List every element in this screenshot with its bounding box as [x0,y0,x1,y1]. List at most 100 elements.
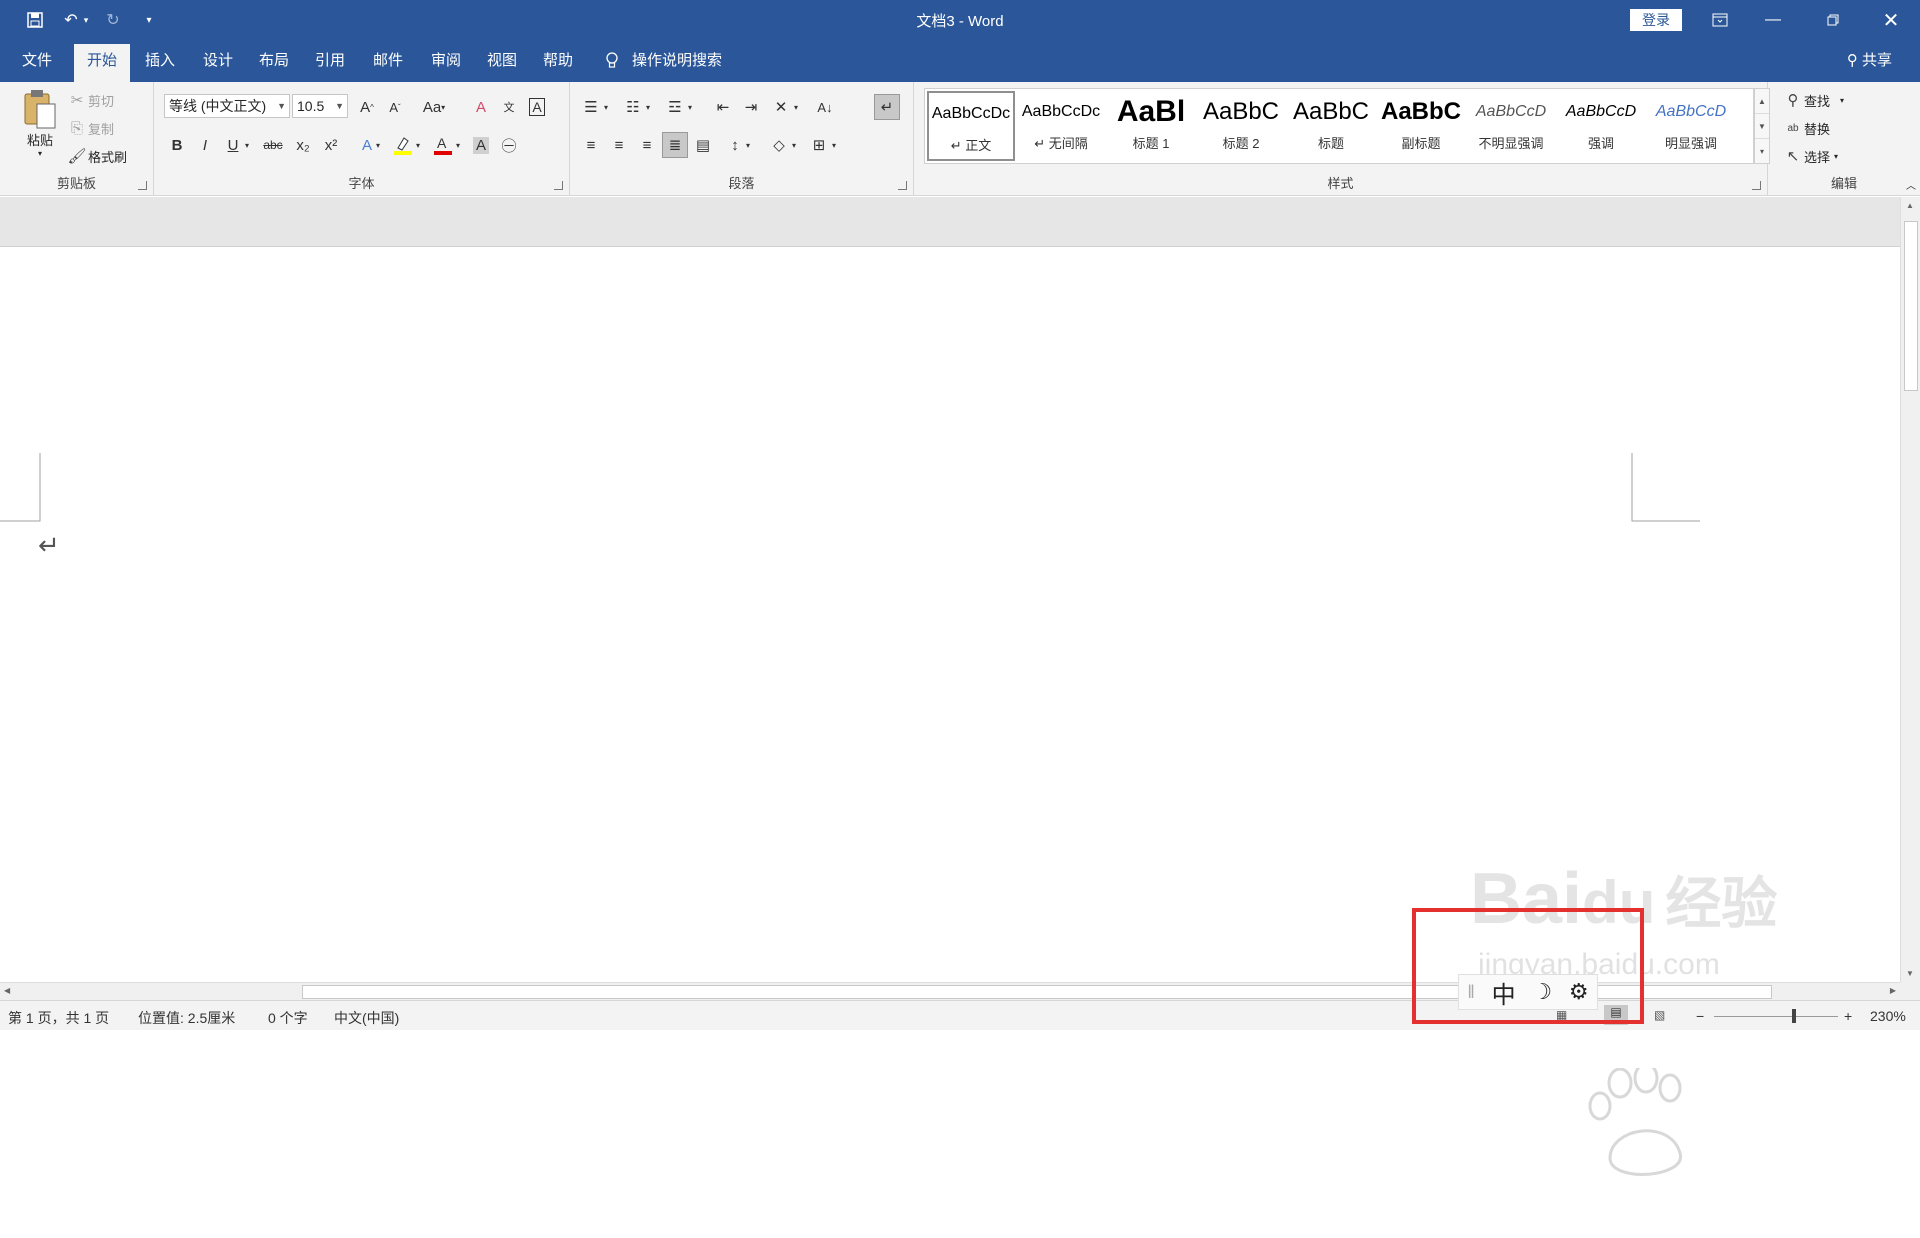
strikethrough-button[interactable]: abc [258,132,288,158]
zoom-slider-track[interactable] [1714,1016,1838,1017]
watermark-cn: 经验 [1665,872,1778,935]
word-count[interactable]: 0 个字 [268,1008,308,1028]
align-left-icon[interactable]: ≡ [578,132,604,158]
cut-button[interactable]: ✂ 剪切 [66,88,114,112]
enclose-chars-icon[interactable]: ㊀ [496,132,522,158]
paragraph-launcher-icon[interactable] [898,181,907,190]
zoom-level[interactable]: 230% [1870,1008,1906,1024]
clear-formatting-icon[interactable]: A [468,94,494,120]
clipboard-launcher-icon[interactable] [138,181,147,190]
scroll-right-icon[interactable]: ▶ [1890,986,1896,995]
shading-dropdown-icon[interactable]: ▾ [788,132,800,158]
show-marks-icon[interactable]: ↵ [874,94,900,120]
tab-view[interactable]: 视图 [478,40,526,82]
change-case-label: Aa [422,98,442,116]
char-shading-icon[interactable]: A [468,132,494,158]
tab-mailings[interactable]: 邮件 [364,40,412,82]
style-intense-emphasis[interactable]: AaBbCcD 明显强调 [1647,91,1735,161]
zoom-slider-thumb[interactable] [1792,1009,1796,1023]
bold-button[interactable]: B [164,132,190,158]
font-launcher-icon[interactable] [554,181,563,190]
italic-button[interactable]: I [192,132,218,158]
copy-button[interactable]: ⎘ 复制 [66,116,114,140]
find-dropdown-icon[interactable]: ▾ [1840,96,1844,105]
close-icon[interactable]: ✕ [1868,0,1914,40]
increase-indent-icon[interactable]: ⇥ [738,94,764,120]
align-center-icon[interactable]: ≡ [606,132,632,158]
borders-dropdown-icon[interactable]: ▾ [828,132,840,158]
gallery-up-icon[interactable]: ▲ [1755,89,1769,114]
grow-font-icon[interactable]: A ^ [354,94,380,120]
subscript-button[interactable]: x₂ [290,132,316,158]
char-border-icon[interactable]: A [524,94,550,120]
minimize-icon[interactable]: — [1750,0,1796,40]
select-dropdown-icon[interactable]: ▾ [1834,152,1838,161]
style-subtitle[interactable]: AaBbC 副标题 [1377,91,1465,161]
zoom-in-icon[interactable]: + [1844,1008,1852,1024]
align-right-icon[interactable]: ≡ [634,132,660,158]
gallery-more-icon[interactable]: ▾ [1755,139,1769,164]
collapse-ribbon-icon[interactable]: ︿ [1906,177,1916,192]
scroll-up-icon[interactable]: ▲ [1906,201,1914,210]
bullets-dropdown-icon[interactable]: ▾ [600,94,612,120]
ribbon-display-icon[interactable] [1697,0,1743,40]
style-normal[interactable]: AaBbCcDc ↵ 正文 [927,91,1015,161]
tab-file[interactable]: 文件 [12,40,62,82]
styles-launcher-icon[interactable] [1752,181,1761,190]
multilevel-dropdown-icon[interactable]: ▾ [684,94,696,120]
tab-references[interactable]: 引用 [306,40,354,82]
tab-design[interactable]: 设计 [194,40,242,82]
phonetic-guide-icon[interactable]: 文 [496,94,522,120]
vertical-scrollbar[interactable]: ▲ ▼ [1900,197,1920,982]
text-effects-dropdown-icon[interactable]: ▾ [372,132,384,158]
tab-review[interactable]: 审阅 [422,40,470,82]
font-color-dropdown-icon[interactable]: ▾ [452,132,464,158]
chinese-layout-dropdown-icon[interactable]: ▾ [790,94,802,120]
paste-button[interactable]: 粘贴 ▾ [14,88,66,168]
superscript-button[interactable]: x² [318,132,344,158]
find-button[interactable]: ⚲ 查找 ▾ [1782,88,1845,112]
format-painter-button[interactable]: 🖌 格式刷 [66,144,127,168]
line-spacing-dropdown-icon[interactable]: ▾ [742,132,754,158]
restore-icon[interactable] [1810,0,1856,40]
tab-home[interactable]: 开始 [74,44,130,82]
share-button[interactable]: ⚲ 共享 [1847,40,1892,82]
tab-help[interactable]: 帮助 [534,40,582,82]
scroll-left-icon[interactable]: ◀ [4,986,10,995]
style-emphasis[interactable]: AaBbCcD 强调 [1557,91,1645,161]
underline-dropdown-icon[interactable]: ▾ [240,132,254,158]
page-count[interactable]: 第 1 页，共 1 页 [8,1008,109,1028]
change-case-button[interactable]: Aa ▾ [416,94,452,120]
tab-layout[interactable]: 布局 [250,40,298,82]
font-size-combo[interactable]: 10.5 ▼ [292,94,348,118]
justify-icon[interactable]: ≣ [662,132,688,158]
style-title[interactable]: AaBbC 标题 [1287,91,1375,161]
style-heading-1[interactable]: AaBl 标题 1 [1107,91,1195,161]
tell-me-search[interactable]: 操作说明搜索 [632,40,732,82]
gallery-down-icon[interactable]: ▼ [1755,114,1769,139]
decrease-indent-icon[interactable]: ⇤ [710,94,736,120]
sort-icon[interactable]: A↓ [812,94,838,120]
scroll-down-icon[interactable]: ▼ [1906,969,1914,978]
search-icon: ⚲ [1787,92,1799,109]
document-page[interactable]: ↵ Baidu 经验 jingyan.baidu.com [0,248,1900,1176]
paste-dropdown-icon[interactable]: ▾ [38,149,42,158]
web-layout-icon[interactable]: ▧ [1654,1008,1665,1022]
position-value[interactable]: 位置值: 2.5厘米 [138,1008,235,1028]
select-button[interactable]: ↖ 选择 ▾ [1782,144,1838,168]
distributed-icon[interactable]: ▤ [690,132,716,158]
vertical-scroll-thumb[interactable] [1904,221,1918,391]
numbering-dropdown-icon[interactable]: ▾ [642,94,654,120]
zoom-out-icon[interactable]: − [1696,1008,1704,1024]
font-name-combo[interactable]: 等线 (中文正文) ▼ [164,94,290,118]
highlight-dropdown-icon[interactable]: ▾ [412,132,424,158]
login-button[interactable]: 登录 [1630,9,1682,31]
tab-insert[interactable]: 插入 [136,40,184,82]
language[interactable]: 中文(中国) [334,1008,399,1028]
style-no-spacing[interactable]: AaBbCcDc ↵ 无间隔 [1017,91,1105,161]
style-heading-2[interactable]: AaBbC 标题 2 [1197,91,1285,161]
svg-text:A: A [437,135,447,151]
shrink-font-icon[interactable]: Aˇ [382,94,408,120]
replace-button[interactable]: ab 替换 [1782,116,1830,140]
style-subtle-emphasis[interactable]: AaBbCcD 不明显强调 [1467,91,1555,161]
